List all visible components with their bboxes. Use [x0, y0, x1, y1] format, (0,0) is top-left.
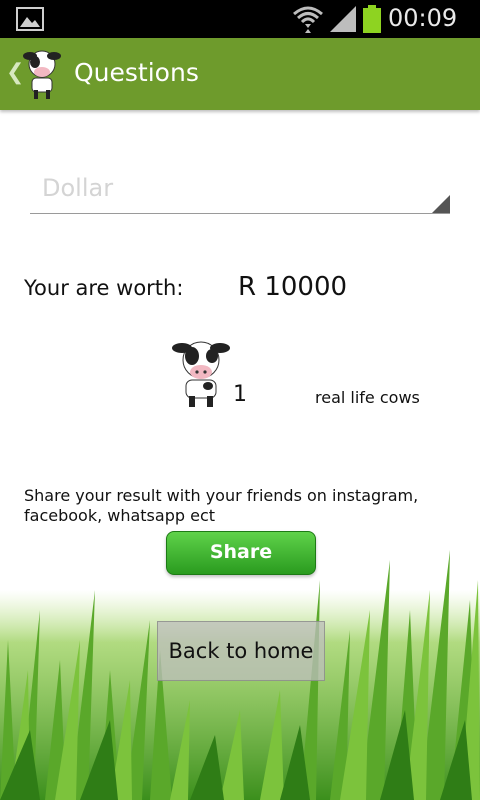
clock: 00:09 [388, 4, 458, 32]
cow-icon[interactable] [22, 48, 62, 100]
currency-dropdown[interactable]: Dollar [30, 168, 450, 214]
signal-icon [330, 6, 356, 32]
currency-selected: Dollar [42, 174, 114, 202]
back-to-home-button[interactable]: Back to home [157, 621, 325, 681]
cow-unit-label: real life cows [315, 388, 420, 407]
dropdown-arrow-icon [432, 195, 450, 213]
share-button[interactable]: Share [166, 531, 316, 575]
worth-label: Your are worth: [24, 276, 184, 300]
page-title: Questions [74, 58, 199, 87]
gallery-icon [16, 7, 44, 31]
worth-value: R 10000 [238, 272, 348, 302]
cow-count: 1 [233, 382, 247, 407]
cow-icon [172, 341, 230, 407]
status-bar: 00:09 [0, 0, 480, 38]
wifi-icon [293, 6, 323, 33]
battery-icon [363, 5, 381, 33]
action-bar: ❮ Questions [0, 38, 480, 110]
